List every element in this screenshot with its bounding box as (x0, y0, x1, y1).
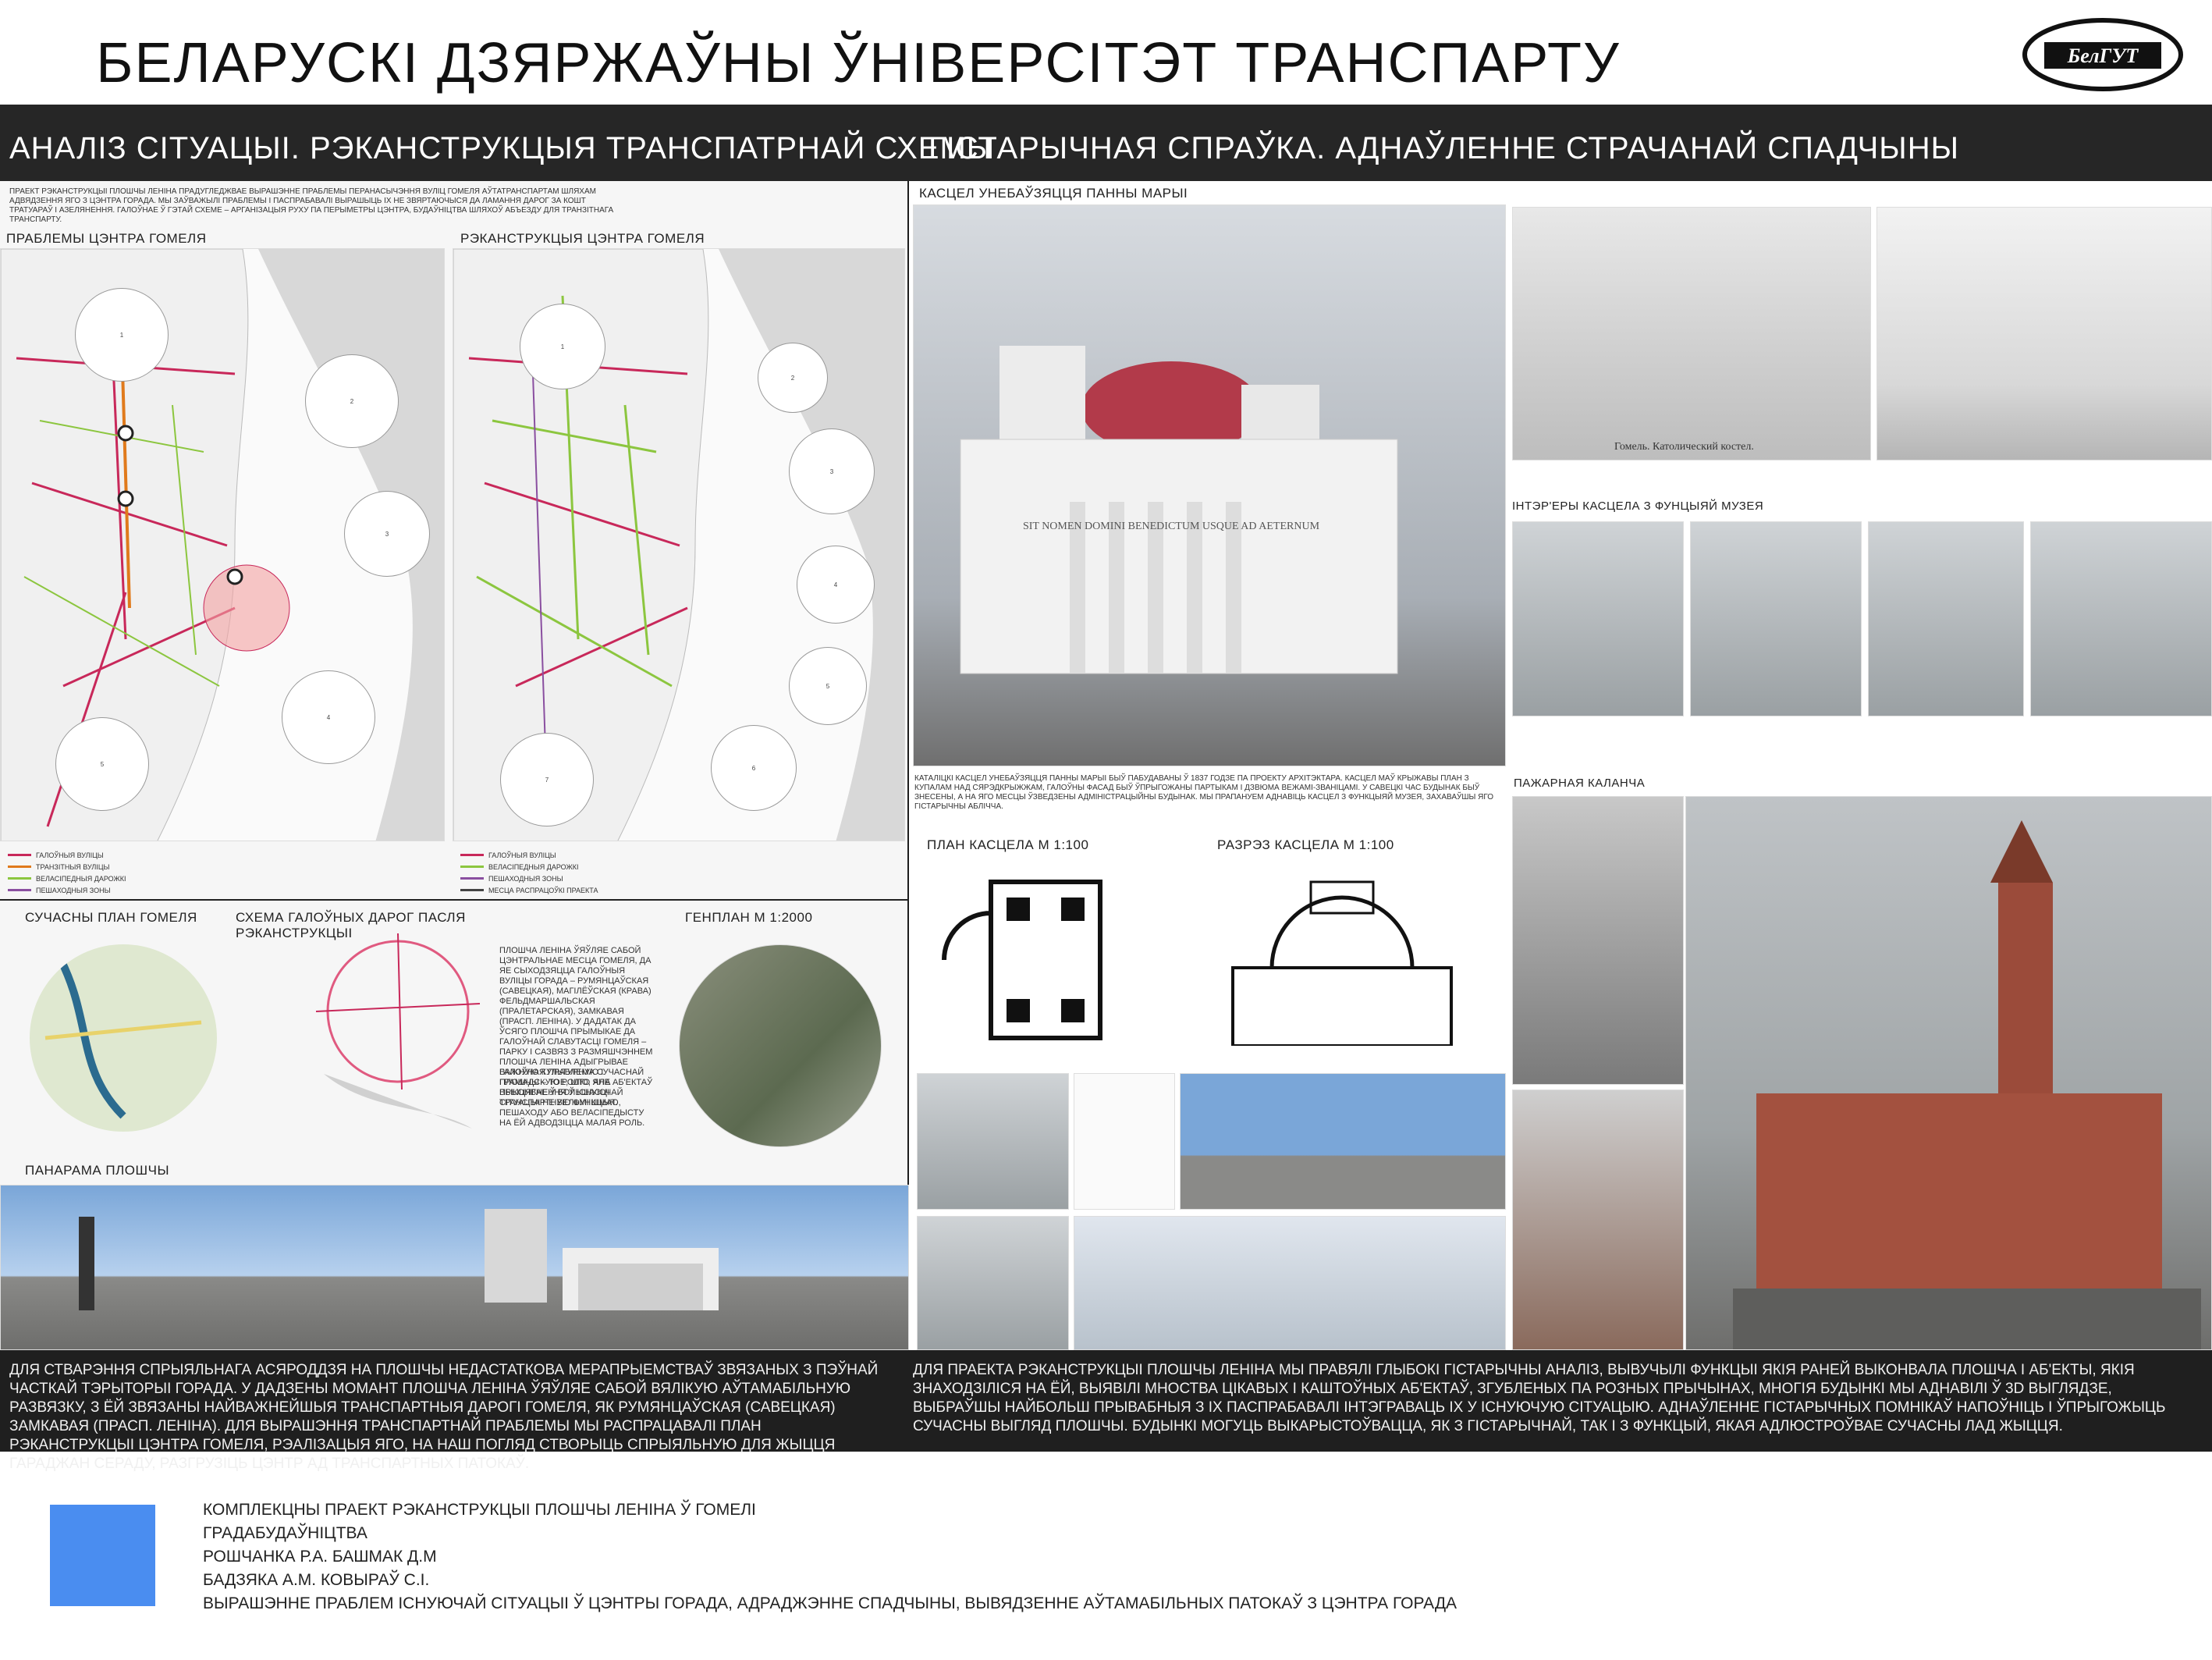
authors-2: БАДЗЯКА А.М. КОВЫРАЎ С.І. (203, 1571, 430, 1589)
church-context-photo-4 (1074, 1216, 1506, 1350)
left-section-title: АНАЛІЗ СІТУАЦЫІ. РЭКАНСТРУКЦЫЯ ТРАНСПАТР… (9, 131, 996, 165)
church-context-photo-2 (1180, 1073, 1506, 1210)
interior-photo-1 (1512, 521, 1684, 716)
problem-note-1: 1 (75, 288, 169, 382)
plan-label: ПЛАН КАСЦЕЛА М 1:100 (927, 837, 1089, 852)
legend-item: ГАЛОЎНЫЯ ВУЛІЦЫ (460, 849, 889, 861)
project-title: КОМПЛЕКЦНЫ ПРАЕКТ РЭКАНСТРУКЦЫІ ПЛОШЧЫ Л… (203, 1501, 756, 1519)
church-render: SIT NOMEN DOMINI BENEDICTUM USQUE AD AET… (913, 204, 1506, 766)
genplan-map (679, 944, 882, 1147)
university-logo: БелГУТ (2021, 16, 2185, 94)
reconstruction-note-4: 4 (797, 546, 875, 624)
conclusion-right: ДЛЯ ПРАЕКТА РЭКАНСТРУКЦЫІ ПЛОШЧЫ ЛЕНІНА … (913, 1362, 2166, 1434)
reconstruction-note-6: 6 (711, 725, 797, 811)
current-plan-label: СУЧАСНЫ ПЛАН ГОМЕЛЯ (25, 910, 197, 925)
legend-item: ВЕЛАСІПЕДНЫЯ ДАРОЖКІ (460, 861, 889, 873)
church-inscription: SIT NOMEN DOMINI BENEDICTUM USQUE AD AET… (1023, 521, 1320, 532)
reconstruction-note-5: 5 (789, 647, 867, 725)
problem-note-2: 2 (305, 354, 399, 448)
legend-item: ГАЛОЎНЫЯ ВУЛІЦЫ (8, 849, 437, 861)
legend-item: ПЕШАХОДНЫЯ ЗОНЫ (8, 884, 437, 896)
interior-photo-2 (1690, 521, 1862, 716)
section-label: РАЗРЭЗ КАСЦЕЛА М 1:100 (1217, 837, 1394, 852)
fire-tower-historic-1 (1512, 796, 1684, 1085)
fire-tower-render (1685, 796, 2212, 1350)
problem-note-4: 4 (282, 670, 375, 764)
church-label: КАСЦЕЛ УНЕБАЎЗЯЦЦЯ ПАННЫ МАРЫІ (919, 186, 1188, 201)
interiors-label: ІНТЭР'ЕРЫ КАСЦЕЛА З ФУНЦЫЯЙ МУЗЕЯ (1512, 499, 1764, 513)
panorama-photo (0, 1185, 909, 1350)
interior-photo-4 (2030, 521, 2212, 716)
authors-1: РОШЧАНКА Р.А. БАШМАК Д.М (203, 1548, 437, 1566)
reconstruction-map: 1 2 3 4 5 6 7 (453, 248, 905, 841)
legend-reconstruction: ГАЛОЎНЫЯ ВУЛІЦЫ ВЕЛАСІПЕДНЫЯ ДАРОЖКІ ПЕШ… (460, 849, 889, 896)
problems-map-label: ПРАБЛЕМЫ ЦЭНТРА ГОМЕЛЯ (6, 231, 207, 246)
fire-tower-label: ПАЖАРНАЯ КАЛАНЧА (1514, 777, 1646, 790)
divider (0, 899, 909, 901)
problems-map: 1 2 3 4 5 (0, 248, 445, 841)
legend-problems: ГАЛОЎНЫЯ ВУЛІЦЫ ТРАНЗІТНЫЯ ВУЛІЦЫ ВЕЛАСІ… (8, 849, 437, 896)
project-goal: ВЫРАШЭННЕ ПРАБЛЕМ ІСНУЮЧАЙ СІТУАЦЫІ Ў ЦЭ… (203, 1594, 1458, 1612)
church-section-drawing (1225, 874, 1459, 1047)
reconstruction-note-3: 3 (789, 428, 875, 514)
logo-text: БелГУТ (2067, 44, 2139, 67)
project-info: КОМПЛЕКЦНЫ ПРАЕКТ РЭКАНСТРУКЦЫІ ПЛОШЧЫ Л… (203, 1498, 1457, 1616)
reconstruction-map-label: РЭКАНСТРУКЦЫЯ ЦЭНТРА ГОМЕЛЯ (460, 231, 705, 246)
legend-item: ПЕШАХОДНЫЯ ЗОНЫ (460, 873, 889, 884)
fire-tower-historic-2 (1512, 1089, 1684, 1350)
roads-scheme-map (308, 933, 488, 1136)
color-swatch (50, 1505, 155, 1606)
problem-note-3: 3 (344, 491, 430, 577)
church-context-photo-3 (917, 1216, 1069, 1350)
reconstruction-note-2: 2 (758, 343, 828, 413)
restored-church-render (1876, 207, 2212, 460)
reconstruction-note-1: 1 (520, 304, 605, 389)
reconstruction-note-7: 7 (500, 733, 594, 826)
interior-photo-3 (1868, 521, 2024, 716)
intro-text: ПРАЕКТ РЭКАНСТРУКЦЫІ ПЛОШЧЫ ЛЕНІНА ПРАДУ… (9, 187, 614, 224)
legend-item: МЕСЦА РАСПРАЦОЎКІ ПРАЕКТА (460, 884, 889, 896)
problem-note-5: 5 (55, 717, 149, 811)
square-problem: ГАЛОЎНАЯ ПРАБЛЕМА СУЧАСНАЙ ПЛОШЧЫ – ТОЕ,… (499, 1068, 645, 1128)
current-plan-map (30, 944, 217, 1132)
poster-title: БЕЛАРУСКІ ДЗЯРЖАЎНЫ ЎНІВЕРСІТЭТ ТРАНСПАР… (96, 32, 1621, 94)
church-context-photo-1 (917, 1073, 1069, 1210)
panorama-label: ПАНАРАМА ПЛОШЧЫ (25, 1163, 169, 1178)
history-text: КАТАЛІЦКІ КАСЦЕЛ УНЕБАЎЗЯЦЦЯ ПАННЫ МАРЫІ… (914, 774, 1493, 811)
right-section-title: ГІСТАРЫЧНАЯ СПРАЎКА. АДНАЎЛЕННЕ СТРАЧАНА… (928, 131, 1959, 165)
discipline: ГРАДАБУДАЎНІЦТВА (203, 1524, 367, 1542)
genplan-label: ГЕНПЛАН М 1:2000 (685, 910, 813, 925)
church-plan-drawing (936, 866, 1155, 1054)
legend-item: ТРАНЗІТНЫЯ ВУЛІЦЫ (8, 861, 437, 873)
situation-plan (1074, 1073, 1175, 1210)
conclusion-left: ДЛЯ СТВАРЭННЯ СПРЫЯЛЬНАГА АСЯРОДДЗЯ НА П… (9, 1362, 879, 1472)
historic-church-photo: Гомель. Католический костел. (1512, 207, 1871, 460)
historic-photo-caption: Гомель. Католический костел. (1614, 441, 1754, 453)
legend-item: ВЕЛАСІПЕДНЫЯ ДАРОЖКІ (8, 873, 437, 884)
